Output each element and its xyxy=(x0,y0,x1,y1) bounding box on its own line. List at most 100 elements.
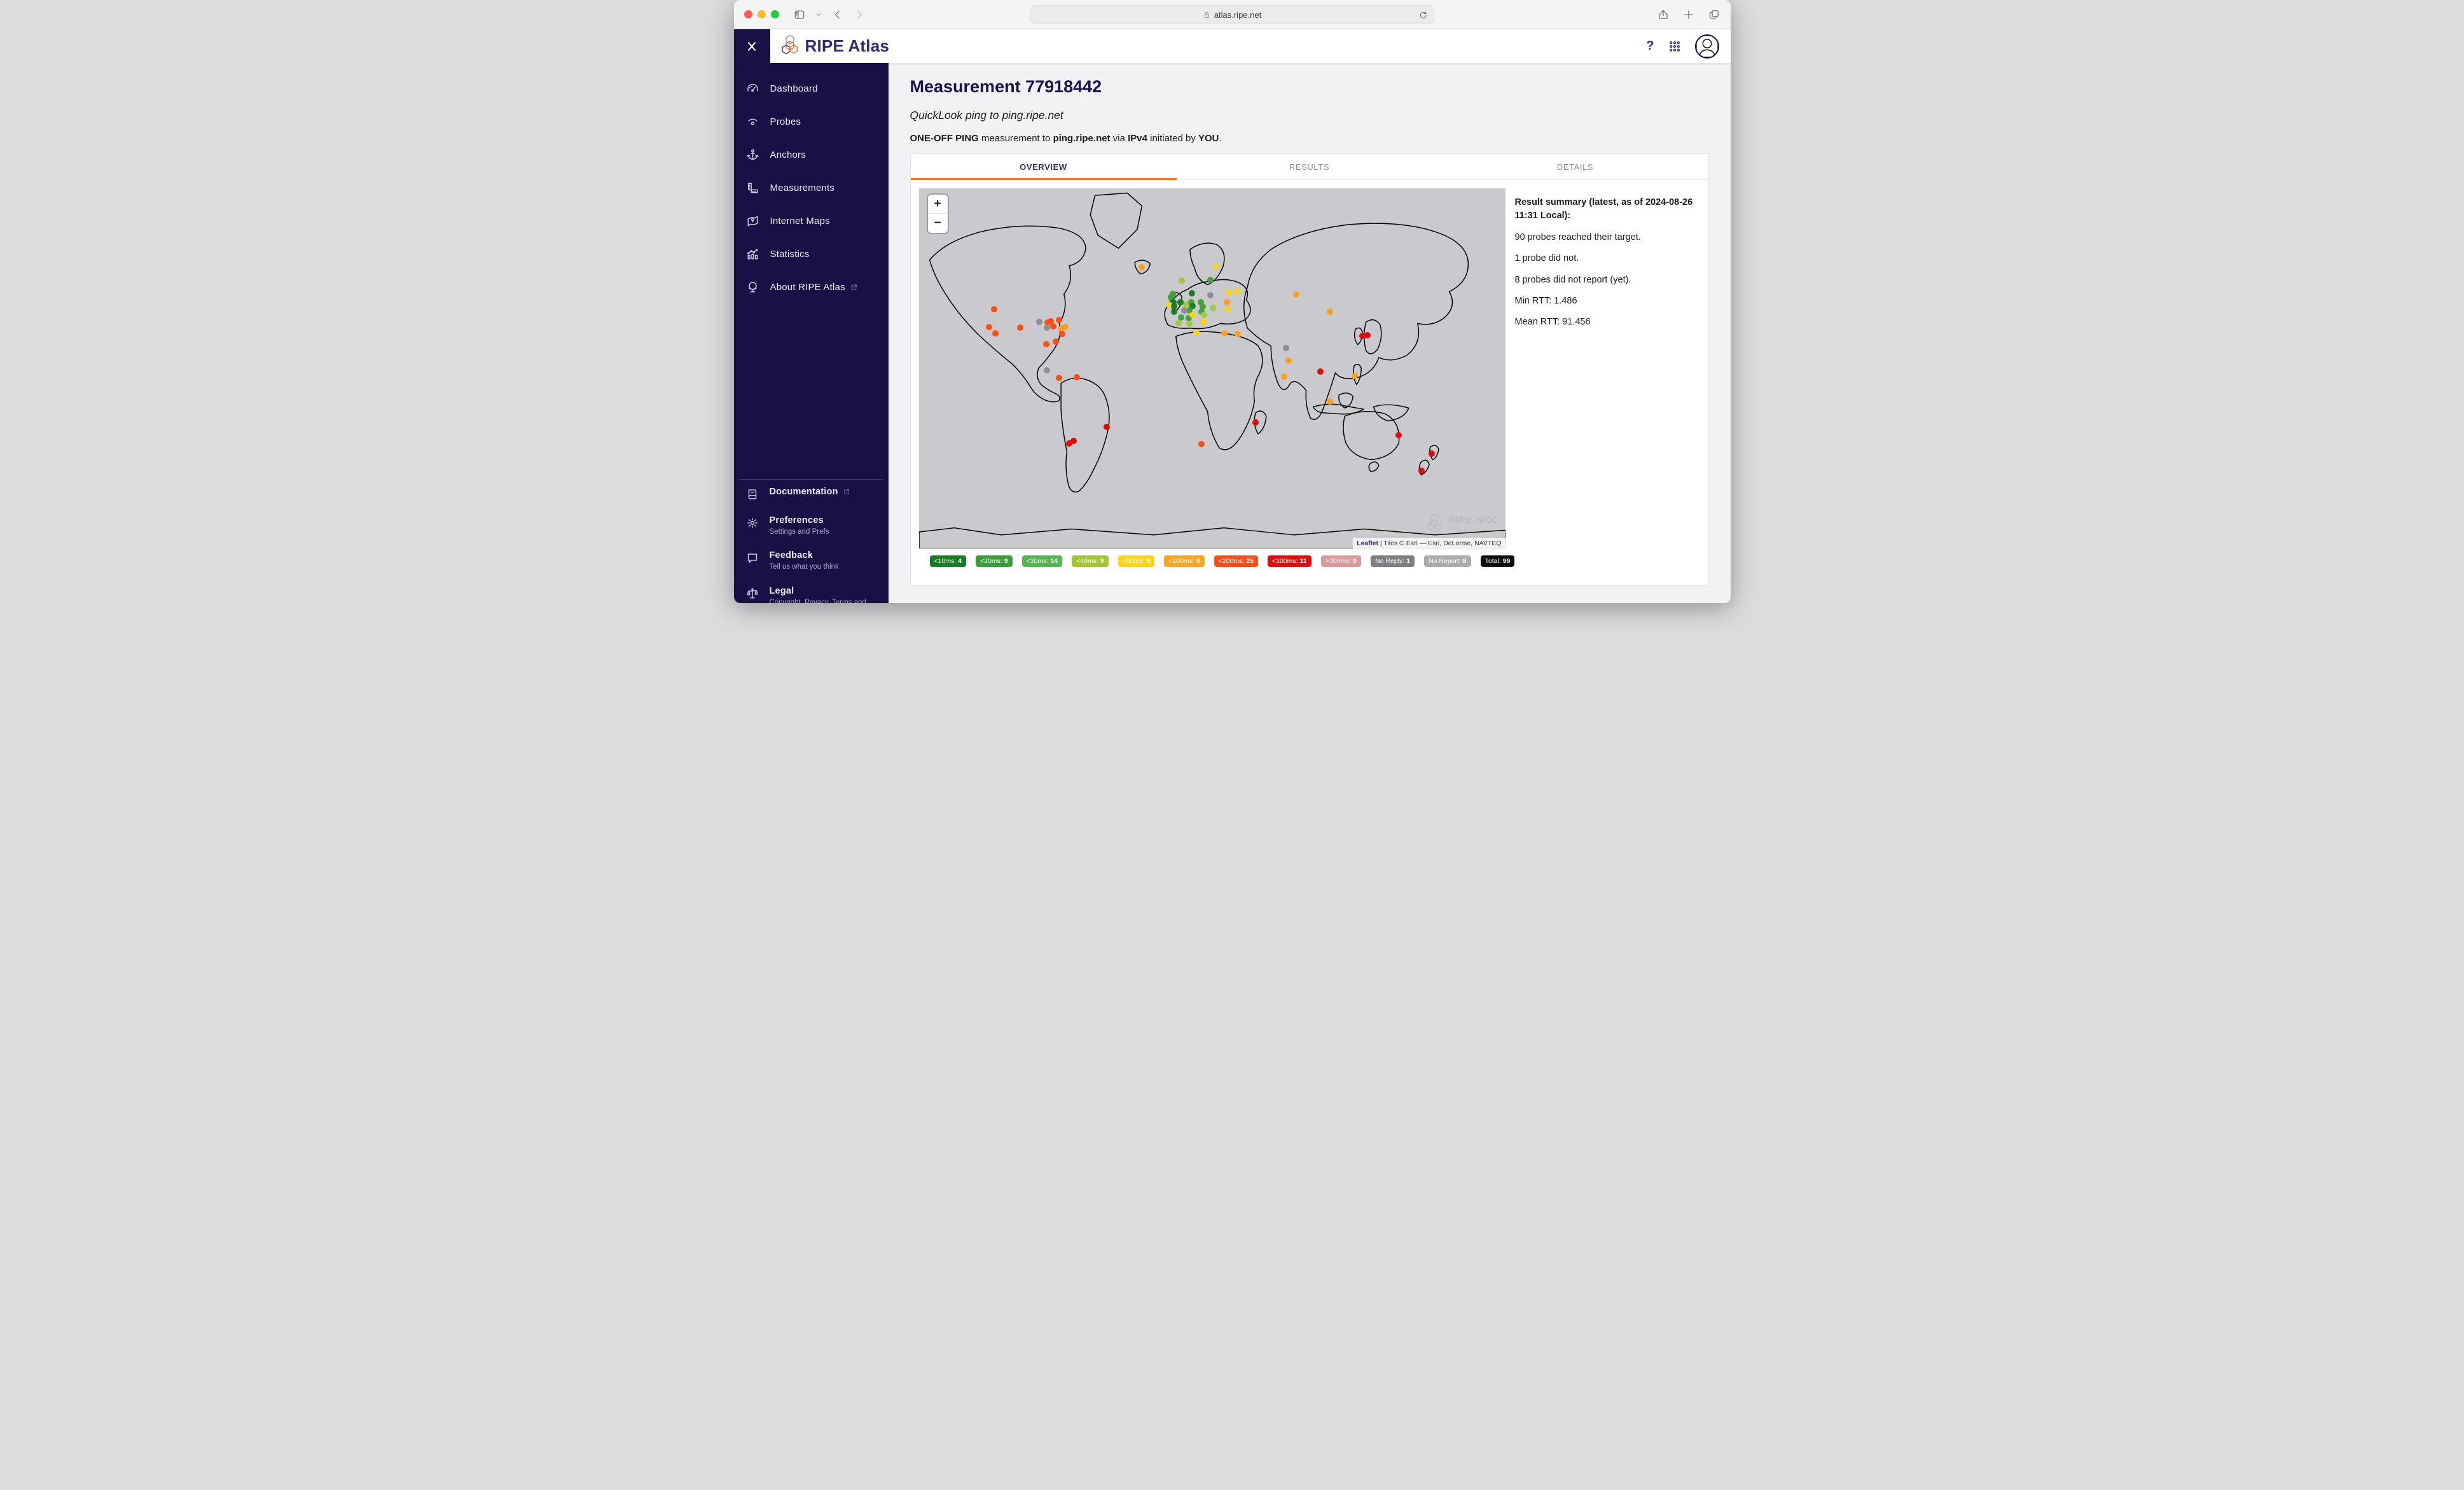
probe-dot[interactable] xyxy=(1395,432,1402,439)
probe-dot[interactable] xyxy=(1207,291,1214,298)
probe-dot[interactable] xyxy=(1200,311,1207,318)
probe-dot[interactable] xyxy=(1059,331,1066,338)
sidebar-item-internet-maps[interactable]: Internet Maps xyxy=(734,204,889,237)
address-bar[interactable]: atlas.ripe.net xyxy=(1030,5,1434,24)
reload-icon[interactable] xyxy=(1418,10,1428,20)
brand-name: RIPE Atlas xyxy=(805,36,890,55)
sidebar-item-statistics[interactable]: Statistics xyxy=(734,237,889,270)
probe-dot[interactable] xyxy=(1042,340,1049,347)
sidebar-item-documentation[interactable]: Documentation xyxy=(734,480,889,508)
probe-dot[interactable] xyxy=(1351,372,1358,379)
probe-dot[interactable] xyxy=(1186,320,1193,327)
measurements-icon xyxy=(745,181,760,195)
probe-dot[interactable] xyxy=(1212,263,1219,270)
probe-dot[interactable] xyxy=(1280,373,1287,380)
share-icon[interactable] xyxy=(1657,8,1670,21)
zoom-out-button[interactable]: − xyxy=(927,214,948,233)
probe-dot[interactable] xyxy=(1364,332,1371,339)
probes-icon xyxy=(745,115,760,129)
probe-dot[interactable] xyxy=(1193,329,1200,336)
chevron-down-icon[interactable] xyxy=(815,11,822,18)
tab-overview-icon[interactable] xyxy=(1708,8,1720,21)
sidebar-item-preferences[interactable]: Preferences Settings and Prefs xyxy=(734,508,889,543)
legend-badge: <100ms: 9 xyxy=(1164,555,1205,567)
probe-dot[interactable] xyxy=(990,306,997,313)
close-window-button[interactable] xyxy=(744,10,752,18)
probe-dot[interactable] xyxy=(1223,299,1230,306)
sidebar-item-dashboard[interactable]: Dashboard xyxy=(734,72,889,105)
back-button[interactable] xyxy=(831,8,844,21)
probe-dot[interactable] xyxy=(1055,374,1062,381)
apps-grid-icon[interactable] xyxy=(1668,40,1681,53)
sidebar-item-feedback[interactable]: Feedback Tell us what you think xyxy=(734,543,889,578)
probe-dot[interactable] xyxy=(1049,323,1056,330)
zoom-in-button[interactable]: + xyxy=(927,195,948,214)
probe-dot[interactable] xyxy=(1103,424,1110,431)
zoom-window-button[interactable] xyxy=(770,10,779,18)
probe-dot[interactable] xyxy=(1235,331,1242,338)
probe-dot[interactable] xyxy=(1326,308,1333,315)
probe-dot[interactable] xyxy=(1226,289,1233,296)
sidebar-item-sublabel: Copyright, Privacy, Terms and Cookies xyxy=(769,598,866,603)
new-tab-icon[interactable] xyxy=(1682,8,1695,21)
probe-dot[interactable] xyxy=(992,330,999,337)
probe-dot[interactable] xyxy=(1200,318,1207,325)
probe-dot[interactable] xyxy=(1170,302,1177,309)
probe-dot[interactable] xyxy=(1189,311,1196,318)
probe-dot[interactable] xyxy=(1429,450,1436,457)
probe-dot[interactable] xyxy=(1326,398,1333,405)
probe-dot[interactable] xyxy=(1062,324,1069,331)
probe-dot[interactable] xyxy=(1198,440,1205,447)
sidebar-item-anchors[interactable]: Anchors xyxy=(734,138,889,171)
leaflet-link[interactable]: Leaflet xyxy=(1357,540,1378,547)
sidebar-item-probes[interactable]: Probes xyxy=(734,105,889,138)
summary-line: 8 probes did not report (yet). xyxy=(1514,274,1631,285)
probe-dot[interactable] xyxy=(1282,345,1289,352)
probe-dot[interactable] xyxy=(1055,317,1062,324)
minimize-window-button[interactable] xyxy=(757,10,766,18)
sidebar-item-label: About RIPE Atlas xyxy=(770,281,845,293)
probe-dot[interactable] xyxy=(1171,309,1178,316)
brand[interactable]: RIPE Atlas xyxy=(779,34,890,59)
probe-dot[interactable] xyxy=(1418,467,1425,474)
probe-dot[interactable] xyxy=(1138,263,1145,270)
probe-dot[interactable] xyxy=(1175,320,1182,327)
browser-window: atlas.ripe.net RIPE Atlas ? Dashboard Pr… xyxy=(733,0,1731,603)
forward-button[interactable] xyxy=(853,8,866,21)
tab-results[interactable]: RESULTS xyxy=(1177,154,1443,179)
probe-dot[interactable] xyxy=(1189,289,1196,296)
tab-details[interactable]: DETAILS xyxy=(1443,154,1708,179)
probe-dot[interactable] xyxy=(1234,288,1241,295)
probe-dot[interactable] xyxy=(1070,437,1077,444)
probe-dot[interactable] xyxy=(1035,318,1042,325)
legal-icon xyxy=(745,587,759,601)
sidebar-item-about-ripe-atlas[interactable]: About RIPE Atlas xyxy=(734,270,889,303)
probe-dot[interactable] xyxy=(1293,291,1300,298)
probe-dot[interactable] xyxy=(1181,307,1188,314)
probe-dot[interactable] xyxy=(1044,367,1051,374)
probe-dot[interactable] xyxy=(1017,324,1023,331)
probe-dot[interactable] xyxy=(1179,277,1186,284)
help-button[interactable]: ? xyxy=(1646,39,1654,53)
probe-dot[interactable] xyxy=(1225,306,1232,313)
sidebar-item-legal[interactable]: Legal Copyright, Privacy, Terms and Cooki… xyxy=(734,579,889,603)
tab-overview[interactable]: OVERVIEW xyxy=(910,154,1177,180)
close-menu-button[interactable] xyxy=(733,29,770,63)
map-zoom-control: + − xyxy=(927,195,948,233)
description-segment: measurement to xyxy=(978,133,1053,144)
probe-dot[interactable] xyxy=(1221,330,1228,337)
probe-dot[interactable] xyxy=(986,324,993,331)
avatar[interactable] xyxy=(1694,34,1719,59)
probe-dot[interactable] xyxy=(1053,338,1060,345)
sidebar-item-label: Anchors xyxy=(770,149,806,160)
probe-dot[interactable] xyxy=(1252,419,1259,426)
probe-dot[interactable] xyxy=(1285,358,1292,365)
probe-dot[interactable] xyxy=(1207,277,1214,284)
probe-dot[interactable] xyxy=(1210,304,1217,311)
probe-dot[interactable] xyxy=(1073,373,1080,380)
probe-map[interactable]: + − RIPE NCC RIPE Atlas Leaflet | Tiles … xyxy=(918,188,1505,548)
sidebar-item-measurements[interactable]: Measurements xyxy=(734,171,889,204)
probe-dot[interactable] xyxy=(1317,368,1324,375)
sidebar-toggle-icon[interactable] xyxy=(793,8,806,21)
description-segment: via xyxy=(1110,133,1128,144)
